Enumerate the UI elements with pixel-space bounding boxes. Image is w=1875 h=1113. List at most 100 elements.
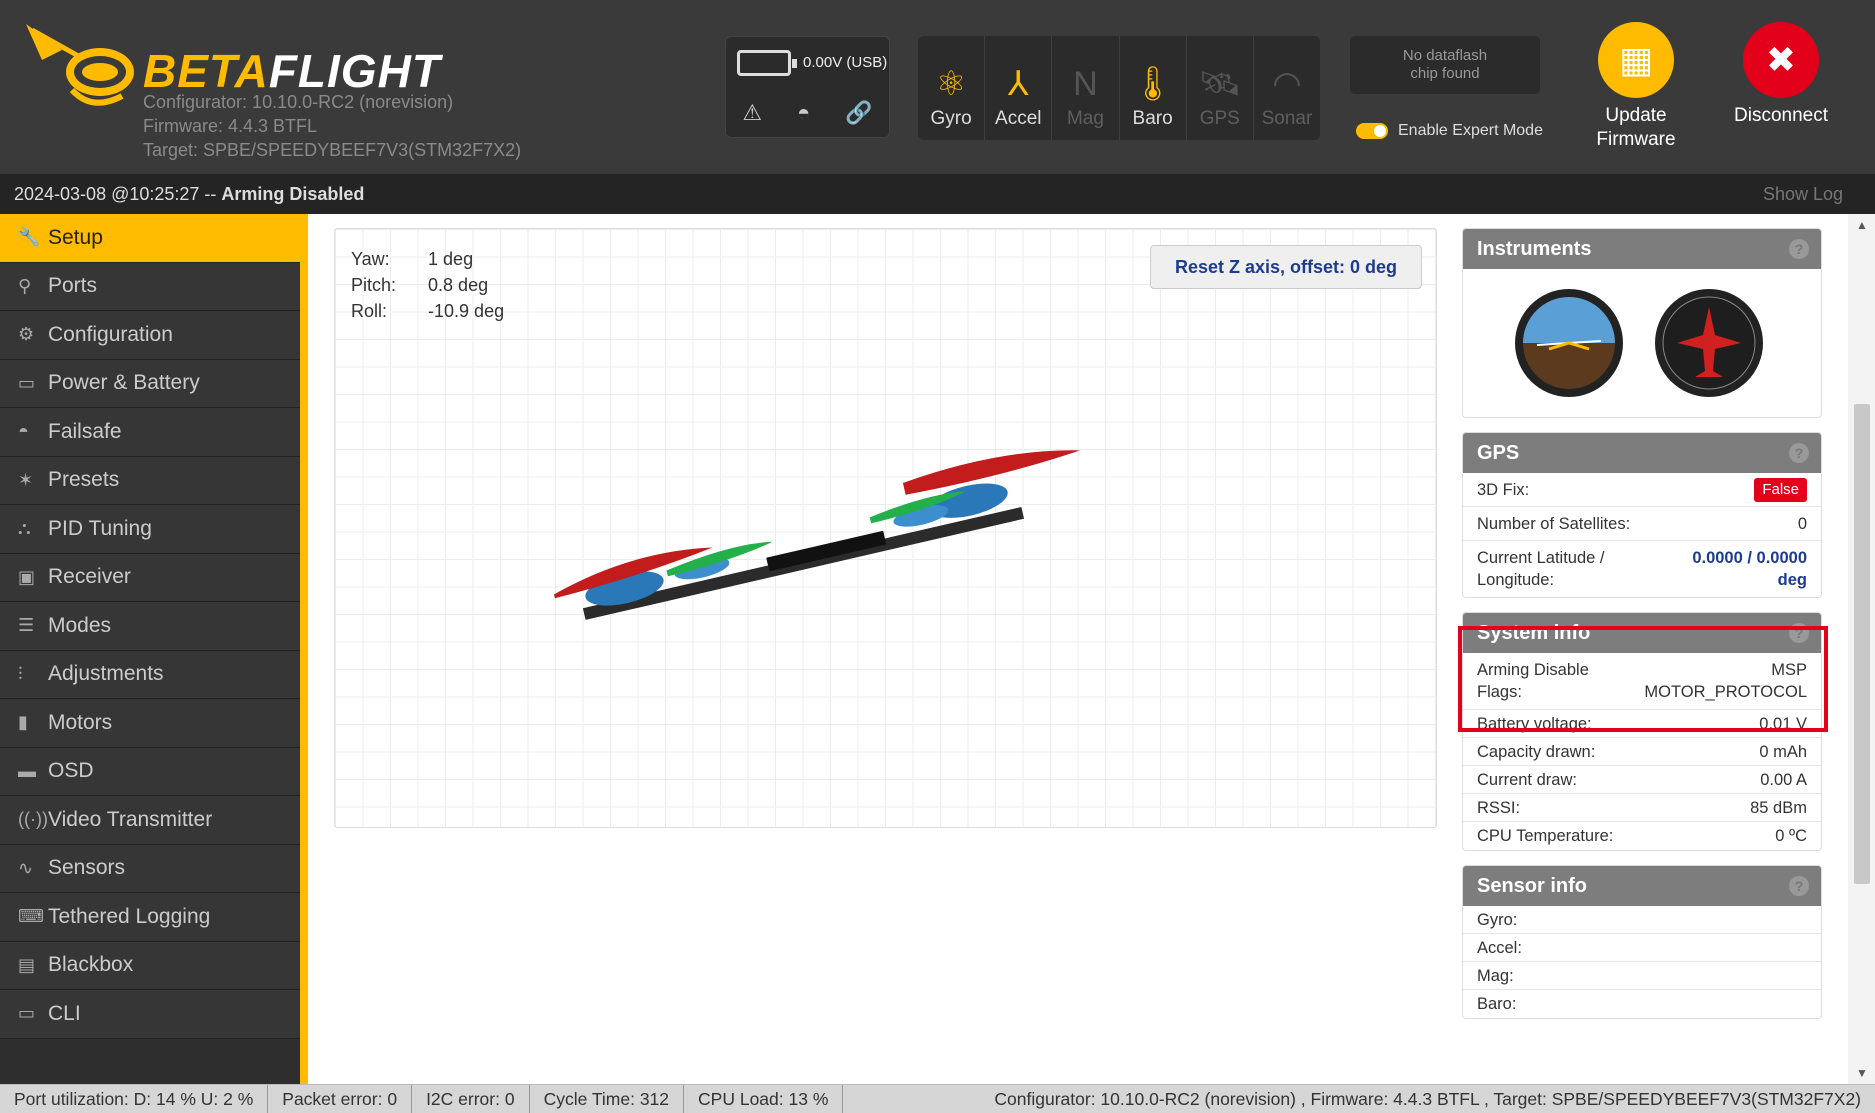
sidebar-item-tethered-logging[interactable]: ⌨ Tethered Logging: [0, 893, 300, 942]
scroll-up-icon[interactable]: ▲: [1856, 218, 1868, 232]
antenna-icon: ((·)): [18, 809, 48, 830]
attitude-indicator-icon: [1515, 289, 1623, 397]
sidebar-item-label: PID Tuning: [48, 516, 152, 540]
cycle-time: Cycle Time: 312: [530, 1085, 685, 1113]
sidebar-item-configuration[interactable]: ⚙ Configuration: [0, 311, 300, 360]
cpu-load: CPU Load: 13 %: [684, 1085, 844, 1113]
sidebar-item-sensors[interactable]: ∿ Sensors: [0, 844, 300, 893]
gps-panel: GPS? 3D Fix: False Number of Satellites: 0…: [1462, 432, 1822, 598]
packet-error: Packet error: 0: [268, 1085, 413, 1113]
sidebar-item-label: Sensors: [48, 856, 126, 880]
dataflash-status: No dataflash chip found: [1350, 36, 1540, 94]
configurator-version: Configurator: 10.10.0-RC2 (norevision): [143, 92, 454, 112]
sidebar-item-presets[interactable]: ✶ Presets: [0, 456, 300, 505]
sidebar-item-label: Tethered Logging: [48, 904, 211, 928]
sidebar-item-label: Modes: [48, 613, 112, 637]
sensor-sonar: ◠ Sonar: [1254, 36, 1320, 140]
sidebar: 🔧 Setup ⚲ Ports ⚙ Configuration ▭ Power & Batte…: [0, 214, 300, 1084]
sidebar-item-failsafe[interactable]: ◓ Failsafe: [0, 408, 300, 457]
model-3d-view: Yaw: 1 deg Pitch: 0.8 deg Roll: -10.9 deg R…: [334, 228, 1437, 828]
port-utilization: Port utilization: D: 14 % U: 2 %: [0, 1085, 269, 1113]
gps-title: GPS: [1477, 442, 1520, 464]
sidebar-item-cli[interactable]: ▭ CLI: [0, 990, 300, 1039]
sidebar-item-video-transmitter[interactable]: ((·)) Video Transmitter: [0, 796, 300, 845]
quadcopter-model: [554, 450, 1081, 620]
toggles-icon: ☰: [18, 615, 35, 636]
sidebar-item-motors[interactable]: ▮ Motors: [0, 699, 300, 748]
help-icon[interactable]: ?: [1789, 876, 1809, 896]
sensor-label: Gyro: [930, 108, 972, 129]
version-info: Configurator: 10.10.0-RC2 (norevision) ,…: [994, 1089, 1861, 1109]
sidebar-item-label: Adjustments: [48, 662, 164, 686]
heading-indicator-icon: [1655, 289, 1763, 397]
help-icon[interactable]: ?: [1789, 239, 1809, 259]
arming-state: Arming Disabled: [221, 184, 365, 204]
sidebar-item-adjustments[interactable]: ⫶ Adjustments: [0, 650, 300, 699]
sensor-info-title: Sensor info: [1477, 875, 1588, 897]
main-scrollbar[interactable]: ▲ ▼: [1848, 214, 1875, 1084]
sidebar-item-setup[interactable]: 🔧 Setup: [0, 214, 300, 263]
expert-mode-toggle[interactable]: Enable Expert Mode: [1356, 122, 1543, 140]
sidebar-item-label: Presets: [48, 468, 120, 492]
wand-icon: ✶: [18, 469, 34, 490]
pid-icon: ⛬: [18, 518, 31, 539]
sidebar-item-osd[interactable]: ▬ OSD: [0, 747, 300, 796]
system-info-row: Capacity drawn: 0 mAh: [1463, 738, 1821, 766]
keyboard-icon: ⌨: [18, 906, 44, 927]
sidebar-accent-bar: [300, 214, 308, 1084]
sidebar-item-label: Failsafe: [48, 419, 122, 443]
sensor-label: Sonar: [1261, 108, 1313, 129]
accel-icon: ⅄: [1007, 65, 1029, 103]
sensor-label: GPS: [1199, 108, 1240, 129]
sidebar-item-label: Motors: [48, 710, 113, 734]
sensor-baro: 🌡 Baro: [1120, 36, 1187, 140]
sidebar-item-label: Configuration: [48, 322, 173, 346]
sonar-icon: ◠: [1272, 65, 1302, 103]
status-time: 2024-03-08 @10:25:27 --: [14, 184, 222, 204]
update-firmware-button[interactable]: ▦ Update Firmware: [1586, 22, 1686, 152]
sensor-info-panel: Sensor info? Gyro: Accel: Mag: Baro:: [1462, 865, 1822, 1019]
sidebar-item-power-battery[interactable]: ▭ Power & Battery: [0, 359, 300, 408]
show-log-link[interactable]: Show Log: [1763, 174, 1843, 214]
help-icon[interactable]: ?: [1789, 443, 1809, 463]
sidebar-item-blackbox[interactable]: ▤ Blackbox: [0, 941, 300, 990]
sidebar-item-ports[interactable]: ⚲ Ports: [0, 262, 300, 311]
system-info-row: RSSI: 85 dBm: [1463, 794, 1821, 822]
gyro-icon: ⚛: [935, 65, 967, 103]
baro-icon: 🌡: [1131, 65, 1175, 103]
terminal-icon: ▭: [18, 1003, 36, 1024]
gear-icon: ⚙: [18, 324, 35, 345]
battery-icon: [737, 50, 797, 76]
battery-icon: ▭: [18, 372, 36, 393]
scrollbar-thumb[interactable]: [1854, 404, 1870, 884]
warning-icon: ⚠: [742, 100, 763, 125]
motor-icon: ▮: [18, 712, 28, 733]
system-info-row: CPU Temperature: 0 ºC: [1477, 827, 1807, 845]
instruments-title: Instruments: [1477, 238, 1592, 260]
sensor-label: Mag: [1066, 108, 1104, 129]
battery-voltage: 0.00V (USB): [803, 54, 888, 71]
system-info-row: Current draw: 0.00 A: [1463, 766, 1821, 794]
sidebar-item-label: Blackbox: [48, 953, 134, 977]
sidebar-item-label: OSD: [48, 759, 94, 783]
betaflight-bee-logo: [26, 24, 134, 106]
toggle-switch[interactable]: [1356, 123, 1388, 139]
sidebar-item-pid-tuning[interactable]: ⛬ PID Tuning: [0, 505, 300, 554]
brand-title: BETAFLIGHT: [143, 45, 441, 97]
sensor-gps: 🛰 GPS: [1187, 36, 1254, 140]
gps-fix-badge: False: [1754, 477, 1807, 502]
parachute-icon: ◓: [797, 100, 811, 125]
sensor-info-row: Baro:: [1477, 995, 1517, 1013]
sensor-label: Accel: [995, 108, 1042, 129]
scroll-down-icon[interactable]: ▼: [1856, 1066, 1868, 1080]
disconnect-button[interactable]: ✖ Disconnect: [1726, 22, 1836, 128]
sensor-info-row: Mag:: [1463, 962, 1821, 990]
sidebar-item-label: CLI: [48, 1001, 81, 1025]
gps-fix-row: 3D Fix: False: [1463, 473, 1821, 507]
sidebar-item-modes[interactable]: ☰ Modes: [0, 602, 300, 651]
sensor-info-row: Gyro:: [1463, 906, 1821, 934]
sensor-gyro: ⚛ Gyro: [918, 36, 986, 140]
status-bar: 2024-03-08 @10:25:27 -- Arming Disabled …: [0, 174, 1875, 214]
sidebar-item-receiver[interactable]: ▣ Receiver: [0, 553, 300, 602]
usb-disconnect-icon: ✖: [1743, 22, 1819, 98]
